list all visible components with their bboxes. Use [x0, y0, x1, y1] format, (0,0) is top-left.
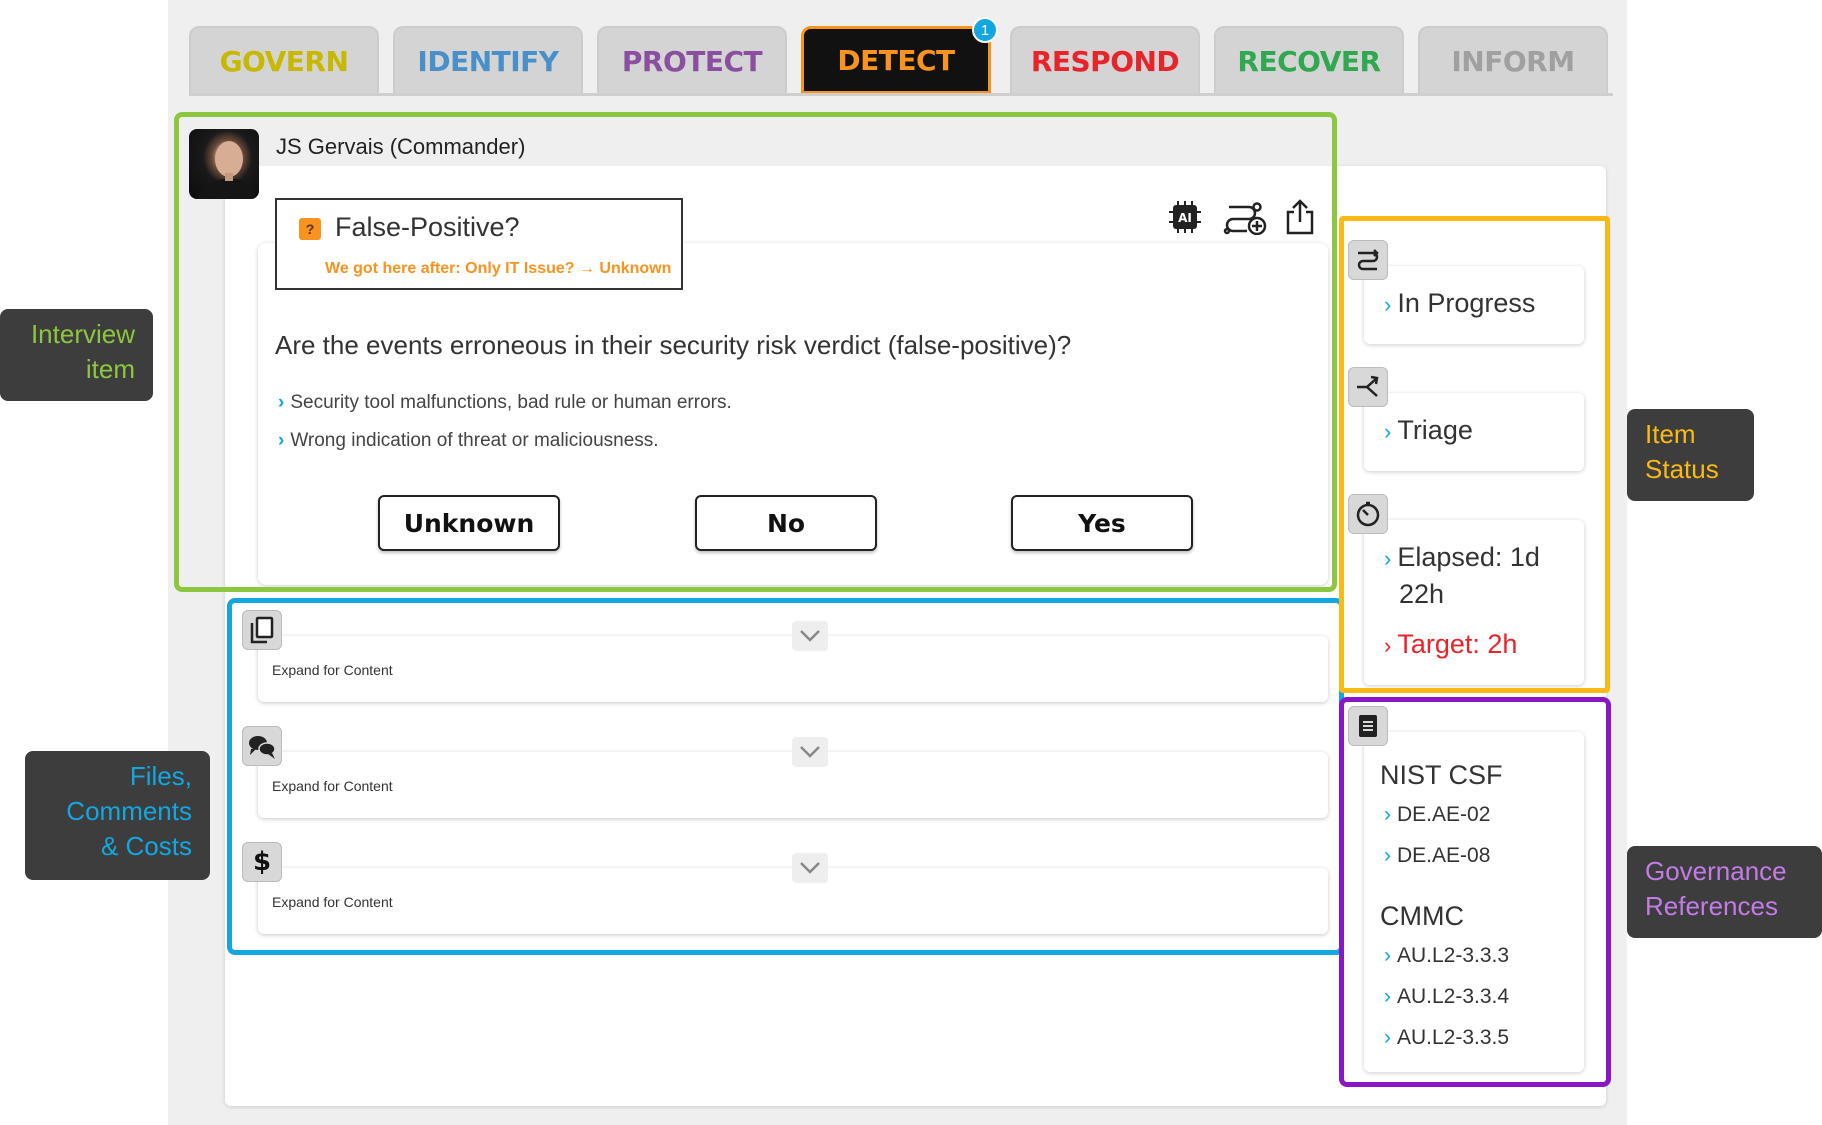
status-callout: Item Status: [1627, 409, 1754, 501]
tab-detect[interactable]: DETECT: [801, 26, 991, 94]
governance-frame: [1339, 697, 1611, 1087]
callout-line: References: [1645, 891, 1778, 921]
callout-line: Governance: [1645, 856, 1787, 886]
tab-inform[interactable]: INFORM: [1418, 26, 1608, 94]
callout-line: Status: [1645, 454, 1719, 484]
callout-line: Files,: [129, 761, 192, 791]
tab-label: GOVERN: [219, 44, 349, 78]
callout-line: Interview: [30, 319, 135, 349]
tab-identify[interactable]: IDENTIFY: [393, 26, 583, 94]
tab-protect[interactable]: PROTECT: [597, 26, 787, 94]
tab-label: IDENTIFY: [417, 44, 559, 78]
interview-callout: Interview item: [0, 309, 153, 401]
tab-label: INFORM: [1451, 44, 1575, 78]
callout-line: & Costs: [100, 831, 192, 861]
interview-frame: [174, 112, 1337, 592]
notification-badge: 1: [972, 17, 998, 43]
files-frame: [227, 598, 1344, 955]
tab-respond[interactable]: RESPOND: [1010, 26, 1200, 94]
tab-recover[interactable]: RECOVER: [1214, 26, 1404, 94]
tab-label: RECOVER: [1237, 44, 1381, 78]
tab-underline: [189, 93, 1613, 96]
callout-line: item: [85, 354, 135, 384]
governance-callout: Governance References: [1627, 846, 1822, 938]
files-callout: Files, Comments & Costs: [25, 751, 210, 880]
tab-label: PROTECT: [621, 44, 763, 78]
tab-label: RESPOND: [1030, 44, 1180, 78]
tab-govern[interactable]: GOVERN: [189, 26, 379, 94]
status-frame: [1339, 216, 1610, 693]
callout-line: Item: [1645, 419, 1696, 449]
tab-label: DETECT: [837, 43, 955, 77]
callout-line: Comments: [66, 796, 192, 826]
